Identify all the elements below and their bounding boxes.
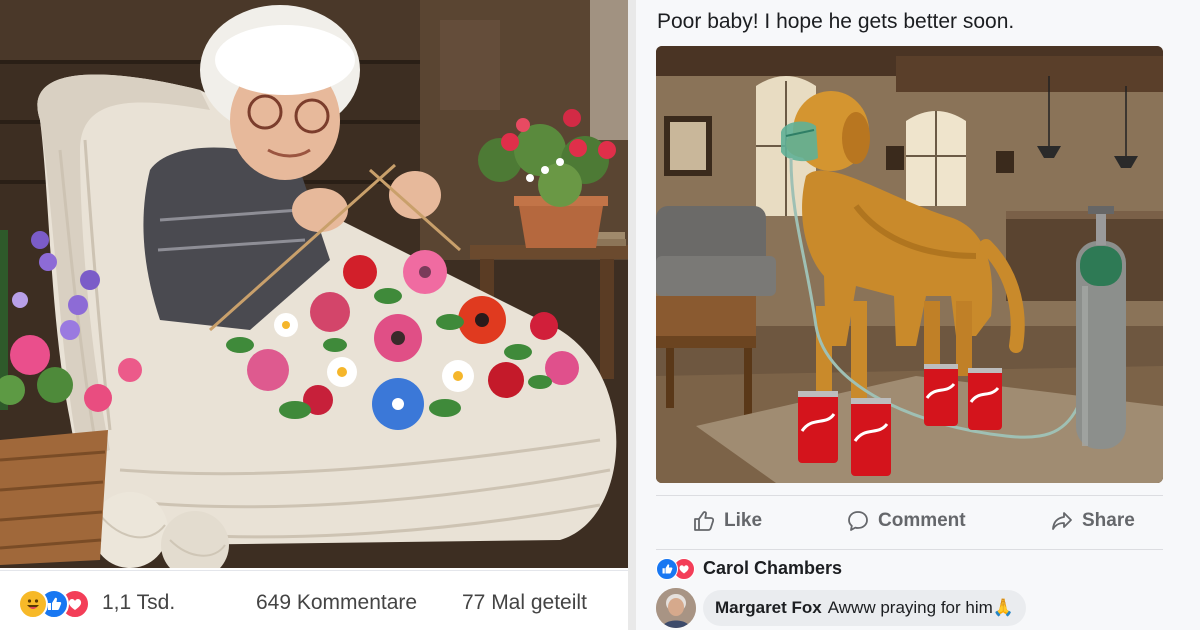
- reactor-reaction-icons[interactable]: [656, 558, 698, 580]
- comment-button[interactable]: Comment: [846, 506, 966, 536]
- reaction-count[interactable]: 1,1 Tsd.: [102, 591, 175, 615]
- reactor-row: Carol Chambers: [656, 556, 1163, 582]
- right-post: Poor baby! I hope he gets better soon. L…: [636, 0, 1200, 630]
- like-icon: [656, 558, 678, 580]
- comment-bubble: Margaret Fox Awww praying for him🙏: [703, 590, 1026, 626]
- share-arrow-icon: [1050, 509, 1074, 533]
- thumbs-up-icon: [692, 509, 716, 533]
- reactor-name[interactable]: Carol Chambers: [703, 558, 842, 579]
- comment-icon: [846, 509, 870, 533]
- dog-oxygen-mask-photo[interactable]: [656, 46, 1163, 483]
- haha-icon: [18, 589, 48, 619]
- comments-separator: [656, 549, 1163, 550]
- reaction-icons[interactable]: [18, 589, 98, 619]
- actions-separator: [656, 495, 1163, 496]
- comment-item: Margaret Fox Awww praying for him🙏: [656, 588, 1163, 628]
- post-caption: Poor baby! I hope he gets better soon.: [657, 10, 1015, 33]
- left-post: 1,1 Tsd. 649 Kommentare 77 Mal geteilt: [0, 0, 628, 631]
- share-label: Share: [1082, 510, 1135, 531]
- grandma-knitting-photo[interactable]: [0, 0, 628, 568]
- comment-text: Awww praying for him🙏: [827, 598, 1014, 617]
- comments-count[interactable]: 649 Kommentare: [256, 591, 417, 615]
- avatar[interactable]: [656, 588, 696, 628]
- like-label: Like: [724, 510, 763, 531]
- like-button[interactable]: Like: [692, 506, 762, 536]
- panel-divider: [628, 0, 636, 630]
- share-button[interactable]: Share: [1050, 506, 1135, 536]
- left-post-footer: 1,1 Tsd. 649 Kommentare 77 Mal geteilt: [0, 570, 628, 631]
- comment-label: Comment: [878, 510, 966, 531]
- shares-count[interactable]: 77 Mal geteilt: [462, 591, 587, 615]
- comment-author[interactable]: Margaret Fox: [715, 598, 822, 618]
